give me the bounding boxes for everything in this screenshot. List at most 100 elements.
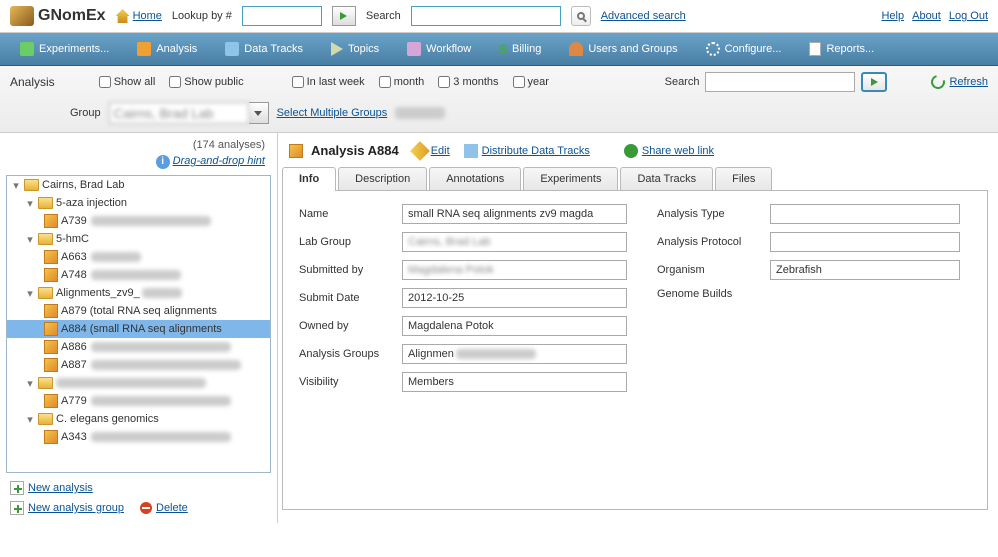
share-link[interactable]: Share web link: [624, 144, 714, 158]
plus-icon: [10, 481, 24, 495]
tree-item[interactable]: A748: [7, 266, 270, 284]
last-week-checkbox[interactable]: In last week: [292, 76, 365, 88]
toggle-icon[interactable]: ▾: [25, 233, 35, 246]
distribute-link[interactable]: Distribute Data Tracks: [464, 144, 590, 158]
search-label: Search: [366, 10, 401, 22]
toggle-icon[interactable]: ▾: [25, 377, 35, 390]
name-field[interactable]: small RNA seq alignments zv9 magda: [402, 204, 627, 224]
tab-panel-info: Namesmall RNA seq alignments zv9 magda L…: [282, 190, 988, 510]
edit-link[interactable]: Edit: [413, 144, 450, 158]
submittedby-field[interactable]: Magdalena Potok: [402, 260, 627, 280]
help-link[interactable]: Help: [881, 10, 904, 22]
groups-field[interactable]: Alignmen: [402, 344, 627, 364]
ownedby-field[interactable]: Magdalena Potok: [402, 316, 627, 336]
filter-search-input[interactable]: [705, 72, 855, 92]
nav-workflow[interactable]: Workflow: [393, 33, 485, 65]
detail-tabs: Info Description Annotations Experiments…: [282, 167, 988, 191]
nav-analysis[interactable]: Analysis: [123, 33, 211, 65]
protocol-label: Analysis Protocol: [657, 236, 762, 248]
toggle-icon[interactable]: ▾: [25, 197, 35, 210]
nav-billing[interactable]: $Billing: [485, 33, 555, 65]
dnd-hint-link[interactable]: Drag-and-drop hint: [173, 155, 265, 167]
year-checkbox[interactable]: year: [513, 76, 549, 88]
top-search-button[interactable]: [571, 6, 591, 26]
tab-experiments[interactable]: Experiments: [523, 167, 618, 190]
analysis-item-icon: [44, 304, 58, 318]
analysis-item-icon: [44, 250, 58, 264]
filter-search-go[interactable]: [861, 72, 887, 92]
month-checkbox[interactable]: month: [379, 76, 425, 88]
nav-datatracks[interactable]: Data Tracks: [211, 33, 317, 65]
show-public-checkbox[interactable]: Show public: [169, 76, 243, 88]
toggle-icon[interactable]: ▾: [11, 179, 21, 192]
plus-icon: [10, 501, 24, 515]
new-analysis-action[interactable]: New analysis: [10, 481, 267, 495]
app-name: GNomEx: [38, 7, 106, 25]
three-months-checkbox[interactable]: 3 months: [438, 76, 498, 88]
tree-item[interactable]: A343: [7, 428, 270, 446]
tree-item[interactable]: A887: [7, 356, 270, 374]
advanced-search-link[interactable]: Advanced search: [601, 10, 686, 22]
tree-item[interactable]: A663: [7, 248, 270, 266]
datatracks-icon: [225, 42, 239, 56]
type-field[interactable]: [770, 204, 960, 224]
analysis-tree[interactable]: ▾Cairns, Brad Lab ▾5-aza injection A739 …: [6, 175, 271, 473]
tree-item[interactable]: A879 (total RNA seq alignments: [7, 302, 270, 320]
tab-datatracks[interactable]: Data Tracks: [620, 167, 713, 190]
flask-icon: [20, 42, 34, 56]
left-pane: (174 analyses) iDrag-and-drop hint ▾Cair…: [0, 133, 278, 523]
tree-root[interactable]: ▾Cairns, Brad Lab: [7, 176, 270, 194]
toggle-icon[interactable]: ▾: [25, 413, 35, 426]
tree-folder[interactable]: ▾5-hmC: [7, 230, 270, 248]
nav-configure[interactable]: Configure...: [692, 33, 796, 65]
tree-folder[interactable]: ▾5-aza injection: [7, 194, 270, 212]
tree-item[interactable]: A739: [7, 212, 270, 230]
filter-search-label: Search: [665, 76, 700, 88]
folder-icon: [38, 287, 53, 299]
tab-description[interactable]: Description: [338, 167, 427, 190]
tree-item[interactable]: A779: [7, 392, 270, 410]
nav-topics[interactable]: Topics: [317, 33, 393, 65]
home-link[interactable]: Home: [116, 9, 162, 23]
nav-users[interactable]: Users and Groups: [555, 33, 691, 65]
group-combo-input[interactable]: [109, 102, 249, 124]
body-split: (174 analyses) iDrag-and-drop hint ▾Cair…: [0, 133, 998, 523]
tree-folder[interactable]: ▾: [7, 374, 270, 392]
tree-item[interactable]: A886: [7, 338, 270, 356]
toggle-icon[interactable]: ▾: [25, 287, 35, 300]
group-combo[interactable]: [109, 102, 269, 124]
nav-reports[interactable]: Reports...: [795, 33, 888, 65]
analysis-item-icon: [44, 358, 58, 372]
submitdate-field[interactable]: 2012-10-25: [402, 288, 627, 308]
app-logo: GNomEx: [10, 6, 106, 26]
protocol-field[interactable]: [770, 232, 960, 252]
lookup-go-button[interactable]: [332, 6, 356, 26]
about-link[interactable]: About: [912, 10, 941, 22]
logout-link[interactable]: Log Out: [949, 10, 988, 22]
tree-folder[interactable]: ▾Alignments_zv9_: [7, 284, 270, 302]
group-label: Group: [70, 107, 101, 119]
lookup-input[interactable]: [242, 6, 322, 26]
analysis-icon: [289, 144, 303, 158]
tab-info[interactable]: Info: [282, 167, 336, 190]
analysis-item-icon: [44, 340, 58, 354]
nav-experiments[interactable]: Experiments...: [6, 33, 123, 65]
organism-field[interactable]: Zebrafish: [770, 260, 960, 280]
tab-annotations[interactable]: Annotations: [429, 167, 521, 190]
delete-action[interactable]: Delete: [140, 502, 188, 514]
visibility-field[interactable]: Members: [402, 372, 627, 392]
labgroup-field[interactable]: Cairns, Brad Lab: [402, 232, 627, 252]
analysis-item-icon: [44, 322, 58, 336]
top-search-input[interactable]: [411, 6, 561, 26]
new-analysis-group-action[interactable]: New analysis group: [10, 501, 124, 515]
tree-folder[interactable]: ▾C. elegans genomics: [7, 410, 270, 428]
ownedby-label: Owned by: [299, 320, 394, 332]
tree-item-selected[interactable]: A884 (small RNA seq alignments: [7, 320, 270, 338]
show-all-checkbox[interactable]: Show all: [99, 76, 156, 88]
arrow-right-icon: [340, 12, 347, 20]
select-multiple-groups-link[interactable]: Select Multiple Groups: [277, 107, 388, 119]
labgroup-label: Lab Group: [299, 236, 394, 248]
tab-files[interactable]: Files: [715, 167, 772, 190]
group-combo-button[interactable]: [249, 102, 269, 124]
refresh-link[interactable]: Refresh: [931, 75, 988, 89]
